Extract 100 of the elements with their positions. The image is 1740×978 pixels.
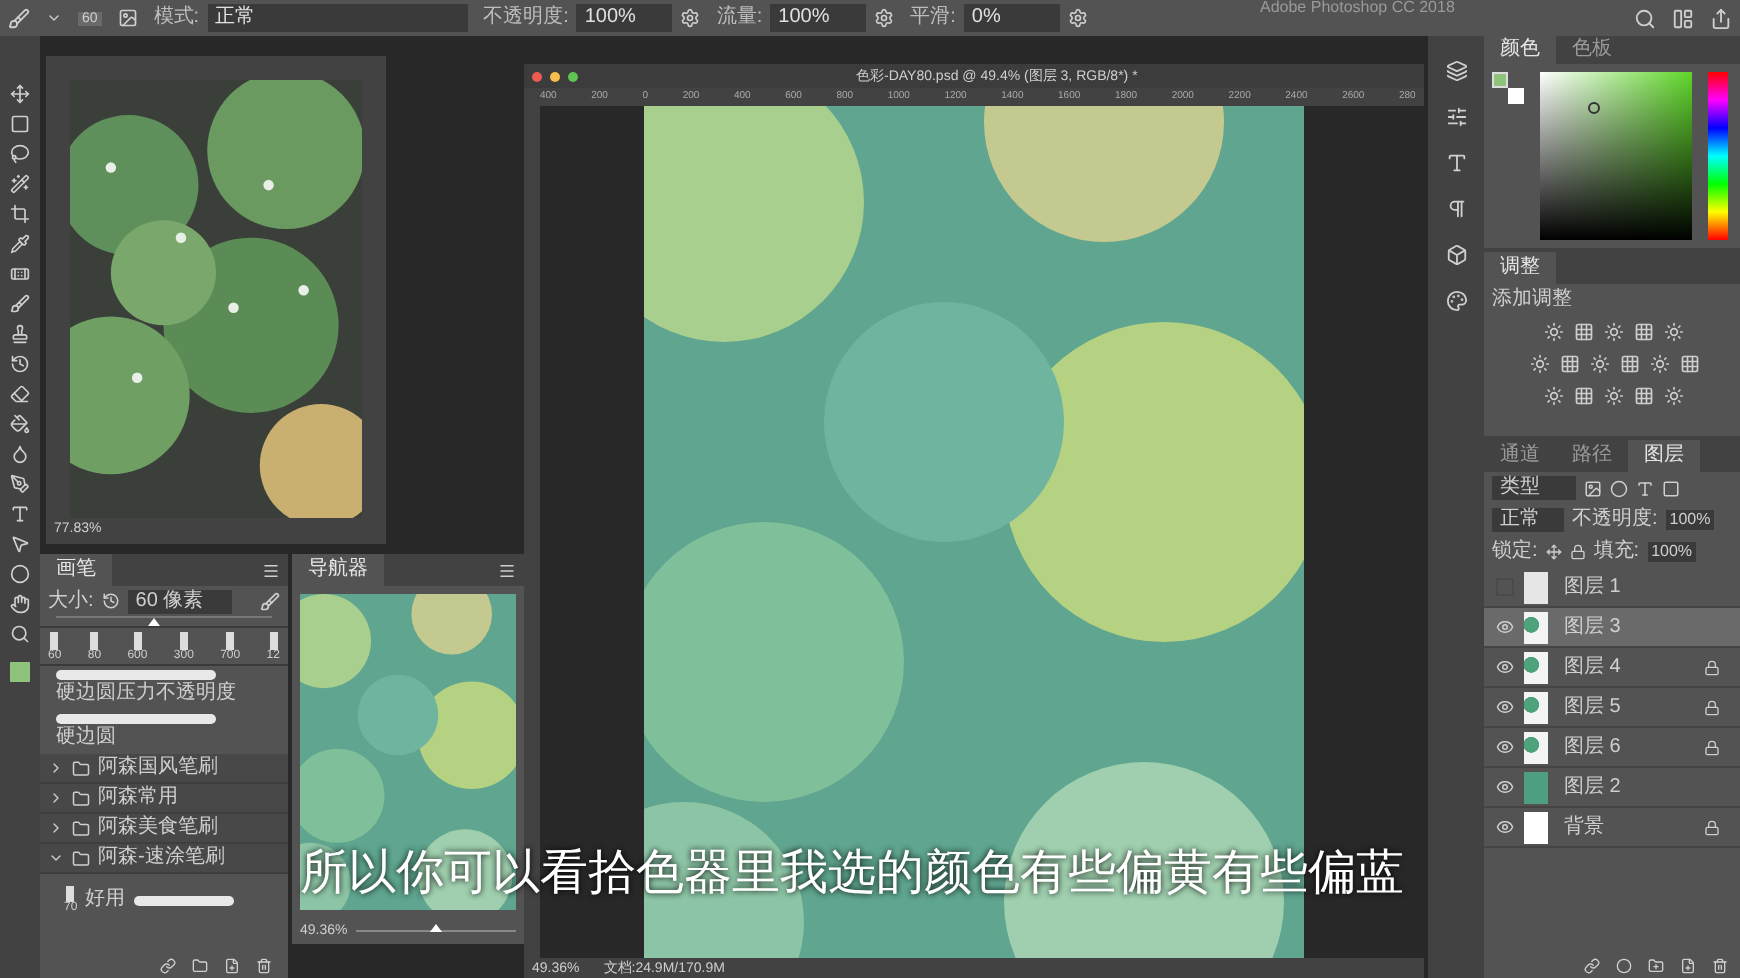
eye-icon[interactable]: [1495, 738, 1513, 756]
fill-field[interactable]: 100%: [1647, 542, 1697, 562]
stamp-icon[interactable]: [10, 324, 30, 344]
eye-icon[interactable]: [1495, 778, 1513, 796]
layer-row[interactable]: 图层 2: [1484, 768, 1740, 808]
layer-row[interactable]: 图层 3: [1484, 608, 1740, 648]
folder-icon[interactable]: [1648, 957, 1664, 973]
circle-icon[interactable]: [1610, 479, 1628, 497]
foreground-swatch[interactable]: [10, 662, 30, 682]
eye-icon[interactable]: [1495, 698, 1513, 716]
brush-icon[interactable]: [260, 591, 280, 611]
adjustment-icon[interactable]: [1604, 386, 1624, 406]
new-layer-icon[interactable]: [1680, 957, 1696, 973]
dropdown-field[interactable]: 100%: [770, 4, 867, 32]
chevron-right-icon[interactable]: [48, 820, 64, 836]
adjustment-icon[interactable]: [1664, 322, 1684, 342]
link-icon[interactable]: [1584, 957, 1600, 973]
size-field[interactable]: 60 像素: [127, 589, 232, 613]
sliders-icon[interactable]: [1445, 106, 1467, 128]
trash-icon[interactable]: [256, 957, 272, 973]
panel-tab[interactable]: 图层: [1628, 440, 1700, 472]
brush-tip-icon[interactable]: [269, 632, 278, 650]
brush-name[interactable]: 好用: [85, 890, 126, 910]
folder-icon[interactable]: [192, 957, 208, 973]
move-icon[interactable]: [10, 84, 30, 104]
adjustment-icon[interactable]: [1634, 386, 1654, 406]
brush-icon[interactable]: [10, 294, 30, 314]
layer-row[interactable]: 图层 6: [1484, 728, 1740, 768]
eye-icon[interactable]: [1495, 658, 1513, 676]
chevron-right-icon[interactable]: [48, 790, 64, 806]
blend-mode-dropdown[interactable]: 正常: [1492, 508, 1564, 532]
brush-name[interactable]: 硬边圆: [56, 728, 272, 748]
eyedropper-icon[interactable]: [10, 234, 30, 254]
chevron-down-icon[interactable]: [48, 850, 64, 866]
pointer-icon[interactable]: [10, 534, 30, 554]
text-icon[interactable]: [10, 504, 30, 524]
paragraph-icon[interactable]: [1445, 198, 1467, 220]
move-icon[interactable]: [1545, 544, 1562, 560]
background-swatch[interactable]: [1508, 88, 1524, 104]
link-icon[interactable]: [160, 957, 176, 973]
adjustment-icon[interactable]: [1544, 322, 1564, 342]
cube-icon[interactable]: [1445, 244, 1467, 266]
color-picker-ring[interactable]: [1588, 102, 1600, 114]
text-icon[interactable]: [1636, 479, 1654, 497]
image-filter-icon[interactable]: [1584, 479, 1602, 497]
adjustment-icon[interactable]: [1619, 354, 1639, 374]
adjustment-icon[interactable]: [1544, 386, 1564, 406]
adjustment-icon[interactable]: [1604, 322, 1624, 342]
square-icon[interactable]: [1662, 479, 1680, 497]
brush-tip-icon[interactable]: [226, 632, 235, 650]
brush-icon[interactable]: [8, 7, 30, 29]
layer-row[interactable]: 图层 4: [1484, 648, 1740, 688]
droplet-icon[interactable]: [10, 444, 30, 464]
panel-menu-icon[interactable]: [262, 561, 280, 579]
trash-icon[interactable]: [1712, 957, 1728, 973]
panel-tab[interactable]: 调整: [1484, 252, 1556, 284]
adjustment-icon[interactable]: [1529, 354, 1549, 374]
workspace-icon[interactable]: [1672, 7, 1694, 29]
adjustment-icon[interactable]: [1559, 354, 1579, 374]
search-icon[interactable]: [1634, 7, 1656, 29]
dropdown-field[interactable]: 100%: [576, 4, 673, 32]
slider-thumb[interactable]: [429, 924, 442, 932]
adjustment-icon[interactable]: [1664, 386, 1684, 406]
foreground-swatch[interactable]: [1492, 72, 1508, 88]
zoom-icon[interactable]: [10, 624, 30, 644]
brush-tip-icon[interactable]: [50, 632, 59, 650]
reset-icon[interactable]: [101, 592, 120, 610]
dropdown-field[interactable]: 正常: [207, 4, 468, 32]
bucket-icon[interactable]: [10, 414, 30, 434]
settings-icon[interactable]: [874, 8, 895, 28]
adjustment-icon[interactable]: [1649, 354, 1669, 374]
new-icon[interactable]: [224, 957, 240, 973]
eraser-icon[interactable]: [10, 384, 30, 404]
panel-tab[interactable]: 导航器: [292, 554, 384, 586]
dropdown-field[interactable]: 0%: [963, 4, 1060, 32]
pen-icon[interactable]: [10, 474, 30, 494]
adjustment-icon[interactable]: [1574, 386, 1594, 406]
chevron-right-icon[interactable]: [48, 760, 64, 776]
lock-icon[interactable]: [1569, 544, 1586, 560]
color-field[interactable]: [1540, 72, 1692, 240]
settings-icon[interactable]: [680, 8, 701, 28]
adjustment-icon[interactable]: [1634, 322, 1654, 342]
settings-icon[interactable]: [1067, 8, 1088, 28]
ellipse-icon[interactable]: [10, 564, 30, 584]
hand-icon[interactable]: [10, 594, 30, 614]
layer-row[interactable]: 图层 5: [1484, 688, 1740, 728]
caret-icon[interactable]: [46, 10, 62, 26]
eye-icon[interactable]: [1495, 618, 1513, 636]
brush-name[interactable]: 硬边圆压力不透明度: [56, 684, 272, 704]
marquee-icon[interactable]: [10, 114, 30, 134]
panel-tab[interactable]: 画笔: [40, 554, 112, 586]
brush-tip-icon[interactable]: [179, 632, 188, 650]
adjustment-icon[interactable]: [1574, 322, 1594, 342]
hue-bar[interactable]: [1708, 72, 1728, 240]
adjustment-icon[interactable]: [1589, 354, 1609, 374]
panel-tab[interactable]: 颜色: [1484, 36, 1556, 64]
filter-dropdown[interactable]: 类型: [1492, 476, 1576, 500]
layers-icon[interactable]: [1445, 60, 1467, 82]
layer-row[interactable]: 背景: [1484, 808, 1740, 848]
brush-tip-icon[interactable]: [66, 886, 75, 902]
